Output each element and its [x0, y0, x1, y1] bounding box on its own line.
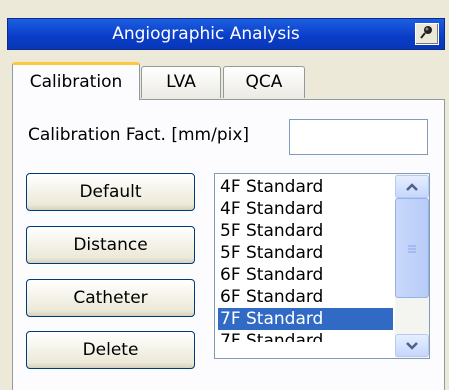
distance-button[interactable]: Distance — [26, 226, 195, 264]
tab-lva[interactable]: LVA — [141, 66, 221, 98]
list-item[interactable]: 5F Standard — [218, 220, 393, 242]
chevron-down-icon — [405, 336, 419, 355]
catheter-button[interactable]: Catheter — [26, 279, 195, 317]
list-item[interactable]: 4F Standard — [218, 198, 393, 220]
delete-button[interactable]: Delete — [26, 331, 195, 369]
angiographic-analysis-panel: Angiographic Analysis Calibration LVA QC… — [0, 0, 449, 390]
list-scrollbar[interactable] — [395, 174, 429, 358]
pin-icon — [419, 24, 435, 44]
default-button[interactable]: Default — [26, 173, 195, 211]
list-item[interactable]: 6F Standard — [218, 264, 393, 286]
list-item[interactable]: 5F Standard — [218, 242, 393, 264]
grip-icon — [407, 239, 417, 258]
calibration-factor-label: Calibration Fact. [mm/pix] — [28, 125, 250, 145]
list-item-selected[interactable]: 7F Standard — [218, 308, 393, 330]
catheter-list-items: 4F Standard 4F Standard 5F Standard 5F S… — [218, 176, 393, 342]
tab-strip: Calibration LVA QCA — [12, 62, 445, 100]
window-title: Angiographic Analysis — [112, 24, 300, 44]
title-bar[interactable]: Angiographic Analysis — [7, 18, 445, 50]
scroll-up-button[interactable] — [395, 175, 429, 198]
scroll-thumb[interactable] — [395, 198, 429, 298]
pin-button[interactable] — [415, 23, 439, 45]
tab-calibration[interactable]: Calibration — [12, 62, 140, 100]
list-item[interactable]: 6F Standard — [218, 286, 393, 308]
list-item[interactable]: 4F Standard — [218, 176, 393, 198]
catheter-listbox[interactable]: 4F Standard 4F Standard 5F Standard 5F S… — [214, 173, 430, 359]
calibration-factor-input[interactable] — [289, 119, 428, 155]
tab-qca[interactable]: QCA — [223, 66, 305, 98]
list-item[interactable]: 7F Standard — [218, 330, 393, 342]
scroll-down-button[interactable] — [395, 334, 429, 357]
chevron-up-icon — [405, 177, 419, 196]
